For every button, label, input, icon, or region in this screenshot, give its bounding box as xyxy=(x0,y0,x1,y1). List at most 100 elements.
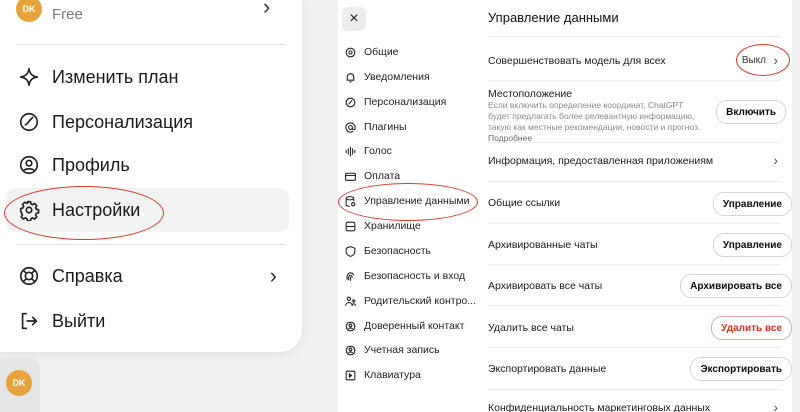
menu-item-label: Персонализация xyxy=(52,111,194,132)
menu-item-label: Изменить план xyxy=(52,66,179,87)
nav-item-parental-controls[interactable]: Родительский контро... xyxy=(344,291,476,311)
nav-item-label: Учетная запись xyxy=(364,344,440,356)
setting-marketing-privacy[interactable]: Конфиденциальность маркетинговых данных … xyxy=(488,396,780,412)
divider xyxy=(16,44,286,45)
personalization-icon xyxy=(345,97,356,107)
nav-item-notifications[interactable]: Уведомления xyxy=(344,67,430,87)
divider xyxy=(488,347,780,348)
manage-archived-chats-button[interactable]: Управление xyxy=(712,233,792,257)
nav-item-label: Безопасность xyxy=(364,245,431,257)
menu-item-label: Справка xyxy=(52,265,123,286)
divider xyxy=(488,80,780,81)
menu-item-label: Настройки xyxy=(52,199,141,220)
menu-item-label: Выйти xyxy=(52,310,106,331)
nav-item-personalization[interactable]: Персонализация xyxy=(344,92,446,112)
nav-item-voice[interactable]: Голос xyxy=(344,141,392,161)
export-data-button[interactable]: Экспортировать xyxy=(690,357,792,381)
chevron-right-icon: › xyxy=(773,152,778,168)
nav-item-label: Персонализация xyxy=(364,96,447,108)
nav-item-keyboard[interactable]: Клавиатура xyxy=(344,365,421,385)
nav-item-general[interactable]: Общие xyxy=(344,42,399,62)
delete-all-button[interactable]: Удалить все xyxy=(711,316,792,340)
menu-item-help[interactable]: Справка › xyxy=(6,254,289,298)
setting-label: Общие ссылки xyxy=(488,197,561,209)
nav-item-trusted-contact[interactable]: Доверенный контакт xyxy=(344,316,464,336)
chevron-right-icon: › xyxy=(773,52,778,68)
chevron-right-icon: › xyxy=(269,263,277,288)
setting-app-info[interactable]: Информация, предоставленная приложениям … xyxy=(488,148,780,174)
nav-item-label: Доверенный контакт xyxy=(364,320,465,332)
nav-item-label: Безопасность и вход xyxy=(364,270,466,282)
nav-item-label: Хранилище xyxy=(364,220,421,232)
nav-item-label: Голос xyxy=(364,145,392,157)
nav-item-label: Общие xyxy=(364,46,399,58)
bell-icon xyxy=(346,72,355,82)
setting-value: Выкл xyxy=(741,55,766,66)
location-description-text: Если включить определение координат, Cha… xyxy=(488,100,701,132)
gear-icon xyxy=(19,200,40,221)
bottom-account-button[interactable]: DK xyxy=(0,358,40,412)
menu-item-upgrade-plan[interactable]: Изменить план xyxy=(6,55,289,99)
nav-item-data-controls[interactable]: Управление данными xyxy=(344,191,469,211)
menu-item-settings[interactable]: Настройки xyxy=(6,188,289,232)
menu-item-logout[interactable]: Выйти xyxy=(6,299,289,343)
data-icon xyxy=(345,195,356,207)
avatar: DK xyxy=(16,0,42,22)
sparkle-icon xyxy=(19,67,39,87)
account-menu-panel: DK Free › Изменить план Персонализация П… xyxy=(0,0,302,352)
setting-label: Конфиденциальность маркетинговых данных xyxy=(488,402,711,412)
divider xyxy=(488,142,780,143)
nav-item-plugins[interactable]: Плагины xyxy=(344,117,407,137)
menu-item-personalization[interactable]: Персонализация xyxy=(6,100,289,144)
setting-label: Архивировать все чаты xyxy=(488,280,603,292)
nav-item-label: Уведомления xyxy=(364,71,430,83)
nav-item-billing[interactable]: Оплата xyxy=(344,166,400,186)
lifebuoy-icon xyxy=(19,266,39,286)
avatar: DK xyxy=(6,370,32,396)
nav-item-account[interactable]: Учетная запись xyxy=(344,340,440,360)
storage-icon xyxy=(345,221,356,231)
settings-dialog: × Общие Уведомления Персонализация Плаги… xyxy=(338,0,792,412)
account-row[interactable]: DK Free › xyxy=(0,0,302,34)
profile-icon xyxy=(19,155,39,175)
nav-item-label: Плагины xyxy=(364,121,407,133)
enable-location-button[interactable]: Включить xyxy=(716,100,786,124)
location-description: Если включить определение координат, Cha… xyxy=(488,100,706,144)
card-icon xyxy=(345,172,356,181)
setting-label: Архивированные чаты xyxy=(488,239,598,251)
divider xyxy=(488,264,780,265)
manage-shared-links-button[interactable]: Управление xyxy=(712,192,792,216)
divider xyxy=(488,305,780,306)
nav-item-security[interactable]: Безопасность xyxy=(344,241,431,261)
keyboard-icon xyxy=(345,370,356,380)
scrollbar[interactable] xyxy=(792,0,800,412)
setting-label: Удалить все чаты xyxy=(488,322,574,334)
setting-label: Экспортировать данные xyxy=(488,363,607,375)
nav-item-label: Управление данными xyxy=(364,195,470,207)
setting-improve-model[interactable]: Совершенствовать модель для всех Выкл › xyxy=(488,44,790,76)
divider xyxy=(488,223,780,224)
divider xyxy=(16,244,286,245)
setting-label: Совершенствовать модель для всех xyxy=(488,55,666,67)
trusted-contact-icon xyxy=(345,321,356,331)
personalization-icon xyxy=(19,112,39,132)
archive-all-button[interactable]: Архивировать все xyxy=(680,274,792,298)
divider xyxy=(488,389,780,390)
divider xyxy=(488,181,780,182)
nav-item-label: Клавиатура xyxy=(364,369,421,381)
nav-item-security-login[interactable]: Безопасность и вход xyxy=(344,266,465,286)
close-button[interactable]: × xyxy=(342,7,366,31)
menu-item-label: Профиль xyxy=(52,154,130,175)
setting-label: Местоположение xyxy=(488,88,573,100)
setting-label: Информация, предоставленная приложениям xyxy=(488,155,714,167)
gear-icon xyxy=(345,47,356,57)
nav-item-label: Родительский контро... xyxy=(364,295,477,307)
menu-item-profile[interactable]: Профиль xyxy=(6,143,289,187)
logout-icon xyxy=(21,312,38,330)
account-icon xyxy=(345,345,356,355)
nav-item-storage[interactable]: Хранилище xyxy=(344,216,421,236)
page-title: Управление данными xyxy=(488,10,619,25)
nav-item-label: Оплата xyxy=(364,170,401,182)
voice-icon xyxy=(345,146,356,156)
at-icon xyxy=(345,121,356,133)
